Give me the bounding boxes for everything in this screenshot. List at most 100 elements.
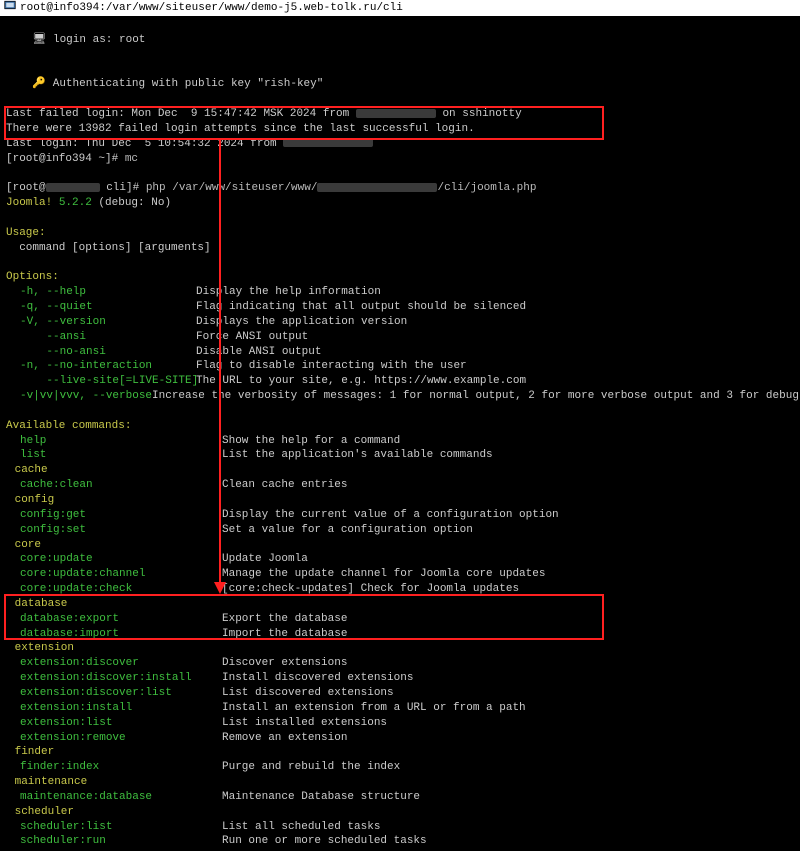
key-icon: 🔑 bbox=[32, 78, 52, 90]
command-name: config:get bbox=[6, 508, 222, 523]
command-description: Run one or more scheduled tasks bbox=[222, 834, 427, 849]
option-description: Flag indicating that all output should b… bbox=[196, 300, 526, 315]
option-flag: -v|vv|vvv, --verbose bbox=[6, 389, 152, 404]
command-row: finder:indexPurge and rebuild the index bbox=[6, 760, 794, 775]
command-row: extension:discoverDiscover extensions bbox=[6, 656, 794, 671]
command-description: Discover extensions bbox=[222, 656, 347, 671]
redacted-path bbox=[317, 183, 437, 192]
command-name: core:update:channel bbox=[6, 567, 222, 582]
option-flag: --no-ansi bbox=[6, 345, 196, 360]
option-description: Force ANSI output bbox=[196, 330, 308, 345]
redacted-ip bbox=[356, 109, 436, 118]
option-row: --live-site[=LIVE-SITE]The URL to your s… bbox=[6, 374, 794, 389]
putty-small-icon: 🖥 bbox=[32, 34, 53, 46]
command-row: extension:listList installed extensions bbox=[6, 716, 794, 731]
command-description: Clean cache entries bbox=[222, 478, 347, 493]
command-group-scheduler: scheduler bbox=[6, 805, 794, 820]
command-name: database:import bbox=[6, 627, 222, 642]
command-description: Display the current value of a configura… bbox=[222, 508, 559, 523]
window-title: root@info394:/var/www/siteuser/www/demo-… bbox=[20, 1, 403, 16]
command-name: help bbox=[6, 434, 222, 449]
command-description: Show the help for a command bbox=[222, 434, 400, 449]
option-flag: --live-site[=LIVE-SITE] bbox=[6, 374, 196, 389]
option-row: -n, --no-interactionFlag to disable inte… bbox=[6, 359, 794, 374]
option-row: -V, --versionDisplays the application ve… bbox=[6, 315, 794, 330]
command-name: database:export bbox=[6, 612, 222, 627]
option-description: Displays the application version bbox=[196, 315, 407, 330]
command-name: maintenance:database bbox=[6, 790, 222, 805]
putty-icon bbox=[4, 0, 16, 17]
command-description: Purge and rebuild the index bbox=[222, 760, 400, 775]
command-group-finder: finder bbox=[6, 745, 794, 760]
option-flag: -q, --quiet bbox=[6, 300, 196, 315]
option-description: Increase the verbosity of messages: 1 fo… bbox=[152, 389, 799, 404]
command-row: scheduler:listList all scheduled tasks bbox=[6, 820, 794, 835]
command-name: extension:discover:install bbox=[6, 671, 222, 686]
command-name: scheduler:run bbox=[6, 834, 222, 849]
login-line: 🔑 Authenticating with public key "rish-k… bbox=[6, 63, 794, 108]
login-line: 🖥 login as: root bbox=[6, 18, 794, 63]
command-row: scheduler:runRun one or more scheduled t… bbox=[6, 834, 794, 849]
command-description: Update Joomla bbox=[222, 552, 308, 567]
command-row: database:importImport the database bbox=[6, 627, 794, 642]
command-description: List all scheduled tasks bbox=[222, 820, 380, 835]
command-group-cache: cache bbox=[6, 463, 794, 478]
option-description: Flag to disable interacting with the use… bbox=[196, 359, 467, 374]
redacted-host bbox=[46, 183, 100, 192]
command-group-maintenance: maintenance bbox=[6, 775, 794, 790]
option-flag: --ansi bbox=[6, 330, 196, 345]
command-name: core:update bbox=[6, 552, 222, 567]
command-name: extension:discover bbox=[6, 656, 222, 671]
command-description: List installed extensions bbox=[222, 716, 387, 731]
option-description: Disable ANSI output bbox=[196, 345, 321, 360]
command-description: Import the database bbox=[222, 627, 347, 642]
command-name: extension:remove bbox=[6, 731, 222, 746]
command-name: finder:index bbox=[6, 760, 222, 775]
command-row: database:exportExport the database bbox=[6, 612, 794, 627]
command-row: extension:removeRemove an extension bbox=[6, 731, 794, 746]
command-name: list bbox=[6, 448, 222, 463]
window-titlebar: root@info394:/var/www/siteuser/www/demo-… bbox=[0, 0, 800, 16]
command-name: config:set bbox=[6, 523, 222, 538]
command-row: helpShow the help for a command bbox=[6, 434, 794, 449]
command-description: Install an extension from a URL or from … bbox=[222, 701, 526, 716]
command-name: extension:install bbox=[6, 701, 222, 716]
terminal-area[interactable]: 🖥 login as: root 🔑 Authenticating with p… bbox=[0, 16, 800, 851]
command-name: extension:list bbox=[6, 716, 222, 731]
command-row: core:update:check[core:check-updates] Ch… bbox=[6, 582, 794, 597]
command-row: core:update:channelManage the update cha… bbox=[6, 567, 794, 582]
command-description: [core:check-updates] Check for Joomla up… bbox=[222, 582, 519, 597]
options-title: Options: bbox=[6, 270, 794, 285]
command-name: cache:clean bbox=[6, 478, 222, 493]
command-description: List discovered extensions bbox=[222, 686, 394, 701]
command-description: Remove an extension bbox=[222, 731, 347, 746]
command-line: [root@ cli]# php /var/www/siteuser/www//… bbox=[6, 181, 794, 196]
command-row: cache:cleanClean cache entries bbox=[6, 478, 794, 493]
option-row: --ansiForce ANSI output bbox=[6, 330, 794, 345]
option-flag: -h, --help bbox=[6, 285, 196, 300]
login-line: Last login: Thu Dec 5 10:54:32 2024 from bbox=[6, 137, 794, 152]
available-commands-title: Available commands: bbox=[6, 419, 794, 434]
usage-body: command [options] [arguments] bbox=[6, 241, 794, 256]
option-row: -q, --quietFlag indicating that all outp… bbox=[6, 300, 794, 315]
command-group-config: config bbox=[6, 493, 794, 508]
prompt-line: [root@info394 ~]# mc bbox=[6, 152, 794, 167]
option-flag: -V, --version bbox=[6, 315, 196, 330]
command-row: core:updateUpdate Joomla bbox=[6, 552, 794, 567]
command-row: maintenance:databaseMaintenance Database… bbox=[6, 790, 794, 805]
command-name: scheduler:list bbox=[6, 820, 222, 835]
command-group-database: database bbox=[6, 597, 794, 612]
command-description: Set a value for a configuration option bbox=[222, 523, 473, 538]
command-row: config:setSet a value for a configuratio… bbox=[6, 523, 794, 538]
command-name: extension:discover:list bbox=[6, 686, 222, 701]
command-description: Maintenance Database structure bbox=[222, 790, 420, 805]
command-row: extension:installInstall an extension fr… bbox=[6, 701, 794, 716]
option-row: -h, --helpDisplay the help information bbox=[6, 285, 794, 300]
command-name: core:update:check bbox=[6, 582, 222, 597]
command-row: listList the application's available com… bbox=[6, 448, 794, 463]
login-line: There were 13982 failed login attempts s… bbox=[6, 122, 794, 137]
usage-title: Usage: bbox=[6, 226, 794, 241]
command-group-core: core bbox=[6, 538, 794, 553]
command-description: Export the database bbox=[222, 612, 347, 627]
option-flag: -n, --no-interaction bbox=[6, 359, 196, 374]
